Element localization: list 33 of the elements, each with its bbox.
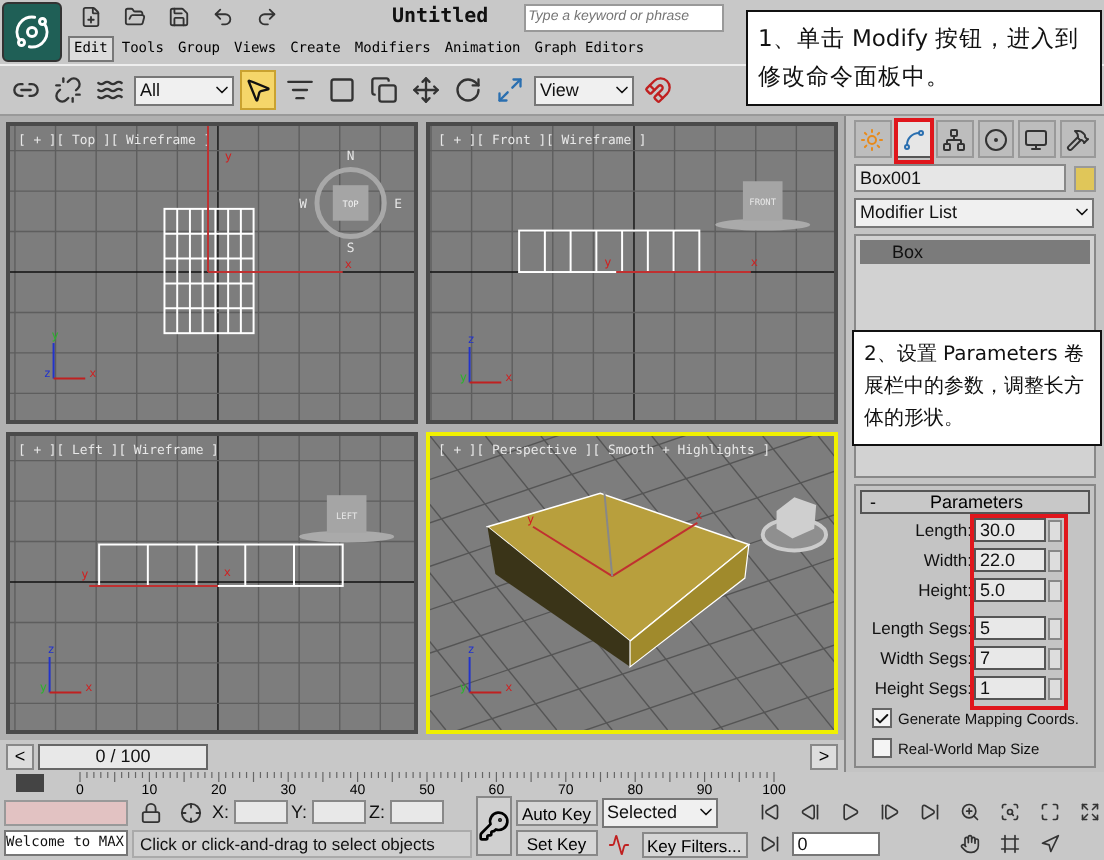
spinner-field[interactable]: 5: [974, 616, 1046, 641]
rollout-header[interactable]: - Parameters: [860, 489, 1090, 514]
key-mode-dropdown[interactable]: Selected: [601, 797, 717, 827]
coordinate-system-dropdown[interactable]: View: [534, 75, 634, 105]
auto-key-button[interactable]: Auto Key: [516, 800, 597, 826]
spinner-field[interactable]: 1: [974, 676, 1046, 701]
spinner-field[interactable]: 30.0: [974, 518, 1046, 543]
status-prompt: Click or click-and-drag to select objects: [132, 830, 472, 858]
frame-field[interactable]: 0: [791, 832, 880, 856]
next-frame-button[interactable]: >: [810, 743, 838, 769]
instruction-callout: 2、设置 Parameters 卷展栏中的参数，调整长方体的形状。: [852, 330, 1102, 446]
modifier-list-dropdown[interactable]: Modifier List: [854, 198, 1094, 227]
field-label: Width Segs:: [880, 648, 972, 669]
time-slider-thumb[interactable]: 0 / 100: [38, 743, 208, 769]
field-label: Length Segs:: [871, 618, 972, 639]
instruction-callout: 1、单击 Modify 按钮，进入到修改命令面板中。: [746, 10, 1102, 106]
key-filters-button[interactable]: Key Filters...: [641, 832, 748, 858]
selection-filter-dropdown[interactable]: All: [134, 75, 234, 105]
spinner-field[interactable]: 7: [974, 646, 1046, 671]
set-key-mode-button[interactable]: Set Key: [516, 830, 597, 856]
coordinate-label: Z:: [369, 802, 386, 822]
stack-item[interactable]: Box: [860, 239, 1090, 263]
field-label: Length:: [915, 520, 972, 541]
field-label: Width:: [923, 550, 972, 571]
field-label: Height:: [918, 580, 972, 601]
coordinate-label: Y:: [291, 802, 308, 822]
previous-frame-button[interactable]: <: [6, 743, 34, 769]
coordinate-label: X:: [212, 802, 230, 822]
window-title: Untitled: [392, 6, 489, 28]
object-name-field[interactable]: Box001: [854, 164, 1066, 193]
spinner-field[interactable]: 22.0: [974, 548, 1046, 573]
field-label: Height Segs:: [874, 678, 972, 699]
spinner-field[interactable]: 5.0: [974, 578, 1046, 603]
